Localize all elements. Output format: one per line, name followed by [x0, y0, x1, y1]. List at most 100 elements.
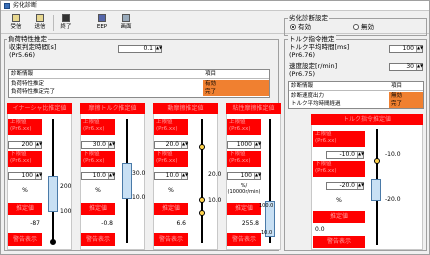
- enabled-radio[interactable]: [290, 24, 296, 30]
- torque-time-label: トルク平均時間[ms]: [289, 43, 350, 51]
- upper-marker-icon: [199, 144, 205, 150]
- upper-limit-label: 上限値 (Pr6.xx): [227, 119, 261, 135]
- estimate-value: -0.8: [101, 220, 113, 227]
- lower-limit-input[interactable]: -20.0 ▲▼: [326, 182, 364, 190]
- status-badge: 有効: [203, 80, 269, 88]
- gauge-track: [201, 119, 203, 243]
- disabled-radio[interactable]: [353, 24, 359, 30]
- lower-limit-input[interactable]: 10.0 ▲▼: [154, 172, 188, 180]
- exit-button[interactable]: 終了: [55, 13, 77, 33]
- estimate-label: 推定値: [154, 203, 188, 215]
- warning-display-button[interactable]: 警告表示: [8, 233, 42, 246]
- eep-button[interactable]: EEP: [91, 13, 113, 33]
- lower-limit-label: 下限値 (Pr6.xx): [81, 151, 115, 167]
- upper-limit-label: 上限値 (Pr6.xx): [8, 119, 42, 135]
- tick-label: 10.0: [132, 194, 146, 201]
- tick-label: 100.0: [259, 203, 274, 209]
- speed-setting-code: (Pr6.75): [289, 70, 316, 78]
- gauge-range-bar: [371, 179, 381, 201]
- status-badge: 完了: [203, 88, 269, 96]
- torque-group-title: トルク指令推定: [288, 35, 336, 43]
- upper-limit-input[interactable]: 1000 ▲▼: [227, 141, 261, 149]
- estimate-marker-icon: [199, 197, 205, 203]
- app-icon: [4, 3, 10, 9]
- table-row-label: 負荷特性推定: [11, 81, 45, 87]
- estimate-label: 推定値: [8, 203, 42, 215]
- lower-limit-label: 下限値 (Pr6.xx): [313, 161, 365, 177]
- torque-time-input[interactable]: 100 ▲▼: [389, 45, 423, 53]
- table-row-label: 診断速度出力: [291, 93, 325, 99]
- unit-label: %: [95, 187, 101, 194]
- convergence-time-code: (Pr5.66): [9, 51, 36, 59]
- lower-limit-input[interactable]: 100 ▲▼: [8, 172, 42, 180]
- upper-limit-input[interactable]: -10.0 ▲▼: [326, 151, 364, 159]
- tick-label: -20.0: [385, 196, 401, 203]
- screen-icon: [122, 14, 130, 22]
- table-row-label: トルク平均時間経過: [291, 101, 341, 107]
- warning-display-button[interactable]: 警告表示: [154, 233, 188, 246]
- exit-icon: [62, 14, 70, 22]
- receive-icon: [12, 14, 20, 22]
- upper-limit-label: 上限値 (Pr6.xx): [154, 119, 188, 135]
- convergence-time-input[interactable]: 0.1 ▲▼: [118, 45, 162, 53]
- lower-limit-label: 下限値 (Pr6.xx): [8, 151, 42, 167]
- disabled-option-label: 無効: [361, 23, 374, 31]
- estimate-label: 推定値: [81, 203, 115, 215]
- send-icon: [36, 14, 44, 22]
- speed-setting-input[interactable]: 30 ▲▼: [389, 63, 423, 71]
- table-header: 診断情報 項目: [9, 70, 269, 79]
- window-title: 劣化診断: [13, 2, 38, 9]
- tick-label: 10.0: [261, 230, 273, 236]
- estimate-marker-icon: [374, 158, 380, 164]
- lower-limit-label: 下限値 (Pr6.xx): [227, 151, 261, 167]
- spin-arrows-icon[interactable]: ▲▼: [155, 46, 162, 52]
- panel-header: 粘性摩擦推定値: [226, 103, 281, 114]
- estimate-value: -87: [30, 220, 40, 227]
- estimate-value: 6.6: [176, 220, 186, 227]
- unit-label: %/ (10000r/min): [227, 183, 261, 195]
- estimate-value: 0.0: [315, 226, 325, 233]
- tick-label: 30.0: [132, 170, 146, 177]
- tick-label: -10.0: [385, 151, 401, 158]
- panel-header: 摩擦トルク推定値: [80, 103, 145, 114]
- tick-label: 200: [60, 183, 72, 190]
- estimate-value: 255.8: [241, 220, 259, 227]
- upper-limit-input[interactable]: 30.0 ▲▼: [81, 141, 115, 149]
- warning-display-button[interactable]: 警告表示: [81, 233, 115, 246]
- upper-limit-input[interactable]: 20.0 ▲▼: [154, 141, 188, 149]
- panel-header: イナーシャ比推定値: [7, 103, 72, 114]
- status-badge: 無効: [389, 92, 423, 100]
- speed-setting-label: 速度設定[r/min]: [289, 62, 338, 70]
- convergence-time-label: 収束判定時間[s]: [9, 43, 57, 51]
- estimate-label: 推定値: [227, 203, 261, 215]
- enabled-option-label: 有効: [298, 23, 311, 31]
- estimate-label: 推定値: [313, 211, 365, 223]
- degradation-group-title: 劣化診断設定: [288, 14, 329, 22]
- eeprom-icon: [98, 14, 106, 22]
- gauge-range-bar: [122, 163, 132, 199]
- toolbar-divider: [53, 15, 54, 31]
- tick-label: 10.0: [208, 197, 222, 204]
- lower-limit-input[interactable]: 100 ▲▼: [227, 172, 261, 180]
- screen-button[interactable]: 画面: [115, 13, 137, 33]
- unit-label: %: [336, 197, 342, 204]
- upper-limit-input[interactable]: 200 ▲▼: [8, 141, 42, 149]
- torque-info-table: 診断情報 項目 診断速度出力 無効 トルク平均時間経過 完了: [288, 81, 424, 109]
- send-button[interactable]: 送信: [29, 13, 51, 33]
- warning-display-button[interactable]: 警告表示: [313, 236, 365, 248]
- unit-label: %: [168, 187, 174, 194]
- title-bar: 劣化診断: [1, 1, 429, 11]
- receive-button[interactable]: 受信: [5, 13, 27, 33]
- unit-label: %: [22, 187, 28, 194]
- tick-label: 100: [60, 208, 72, 215]
- gauge-range-bar: [48, 176, 58, 212]
- load-info-table: 診断情報 項目 負荷特性推定 有効 負荷特性推定完了 完了: [8, 69, 270, 98]
- torque-time-code: (Pr6.76): [289, 51, 316, 59]
- gauge-indicator: [50, 239, 56, 245]
- warning-display-button[interactable]: 警告表示: [227, 233, 261, 246]
- panel-header: トルク指令推定値: [311, 114, 423, 125]
- table-row-label: 負荷特性推定完了: [11, 89, 56, 95]
- status-badge: 完了: [389, 100, 423, 108]
- lower-limit-input[interactable]: 10.0 ▲▼: [81, 172, 115, 180]
- app-window: 劣化診断 受信 送信 終了 EEP 画面 負荷特性推定 収束判定時間[s] (P…: [0, 0, 430, 255]
